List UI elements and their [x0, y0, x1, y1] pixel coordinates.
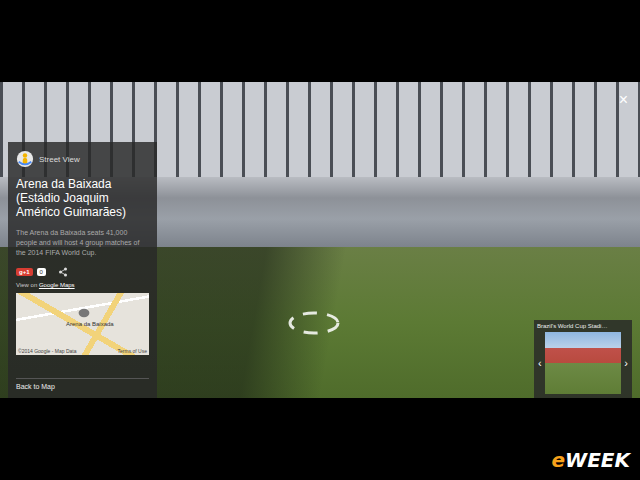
map-terms[interactable]: Terms of Use — [118, 348, 147, 354]
map-attribution: ©2014 Google - Map Data Terms of Use — [18, 348, 147, 354]
street-view[interactable]: × Street View Arena da Baixada (Estádio Jo… — [0, 82, 640, 398]
plus-count: 0 — [37, 268, 46, 276]
actions-row: g+1 0 — [16, 267, 149, 277]
place-description: The Arena da Baixada seats 41,000 people… — [16, 228, 149, 258]
map-label: Arena da Baixada — [66, 321, 114, 327]
gallery-title[interactable]: Brazil's World Cup Stadi… — [537, 323, 629, 329]
mode-label: Street View — [39, 155, 80, 164]
previous-button[interactable]: ‹ — [537, 358, 543, 369]
logo-prefix: e — [552, 448, 566, 472]
top-band — [0, 0, 640, 82]
view-on-maps: View on Google Maps — [16, 282, 149, 288]
next-button[interactable]: › — [623, 358, 629, 369]
place-title: Arena da Baixada (Estádio Joaquim Améric… — [16, 177, 149, 219]
close-button[interactable]: × — [619, 92, 628, 108]
google-maps-link[interactable]: Google Maps — [39, 282, 75, 288]
navigation-ring-icon[interactable] — [284, 308, 344, 338]
stadium-thumbnail[interactable] — [545, 332, 622, 394]
logo-name: WEEK — [565, 448, 630, 472]
gallery-card: Brazil's World Cup Stadi…‹› — [534, 320, 632, 398]
eweek-logo: eWEEK — [552, 450, 630, 470]
back-to-map[interactable]: Back to Map — [16, 378, 149, 392]
slide: × Street View Arena da Baixada (Estádio Jo… — [0, 0, 640, 480]
street-view-icon — [16, 150, 34, 168]
mini-map[interactable]: Arena da Baixada ©2014 Google - Map Data T… — [16, 293, 149, 355]
share-icon[interactable] — [58, 267, 68, 277]
plus-one-button[interactable]: g+1 — [16, 268, 33, 276]
gallery-row: ‹› — [537, 332, 629, 394]
map-data: ©2014 Google - Map Data — [18, 348, 76, 354]
bottom-band: eWEEK — [0, 398, 640, 480]
street-view-brand: Street View — [16, 150, 149, 168]
stadium-pin-icon — [78, 307, 90, 319]
info-panel: Street View Arena da Baixada (Estádio Joa… — [8, 142, 157, 398]
